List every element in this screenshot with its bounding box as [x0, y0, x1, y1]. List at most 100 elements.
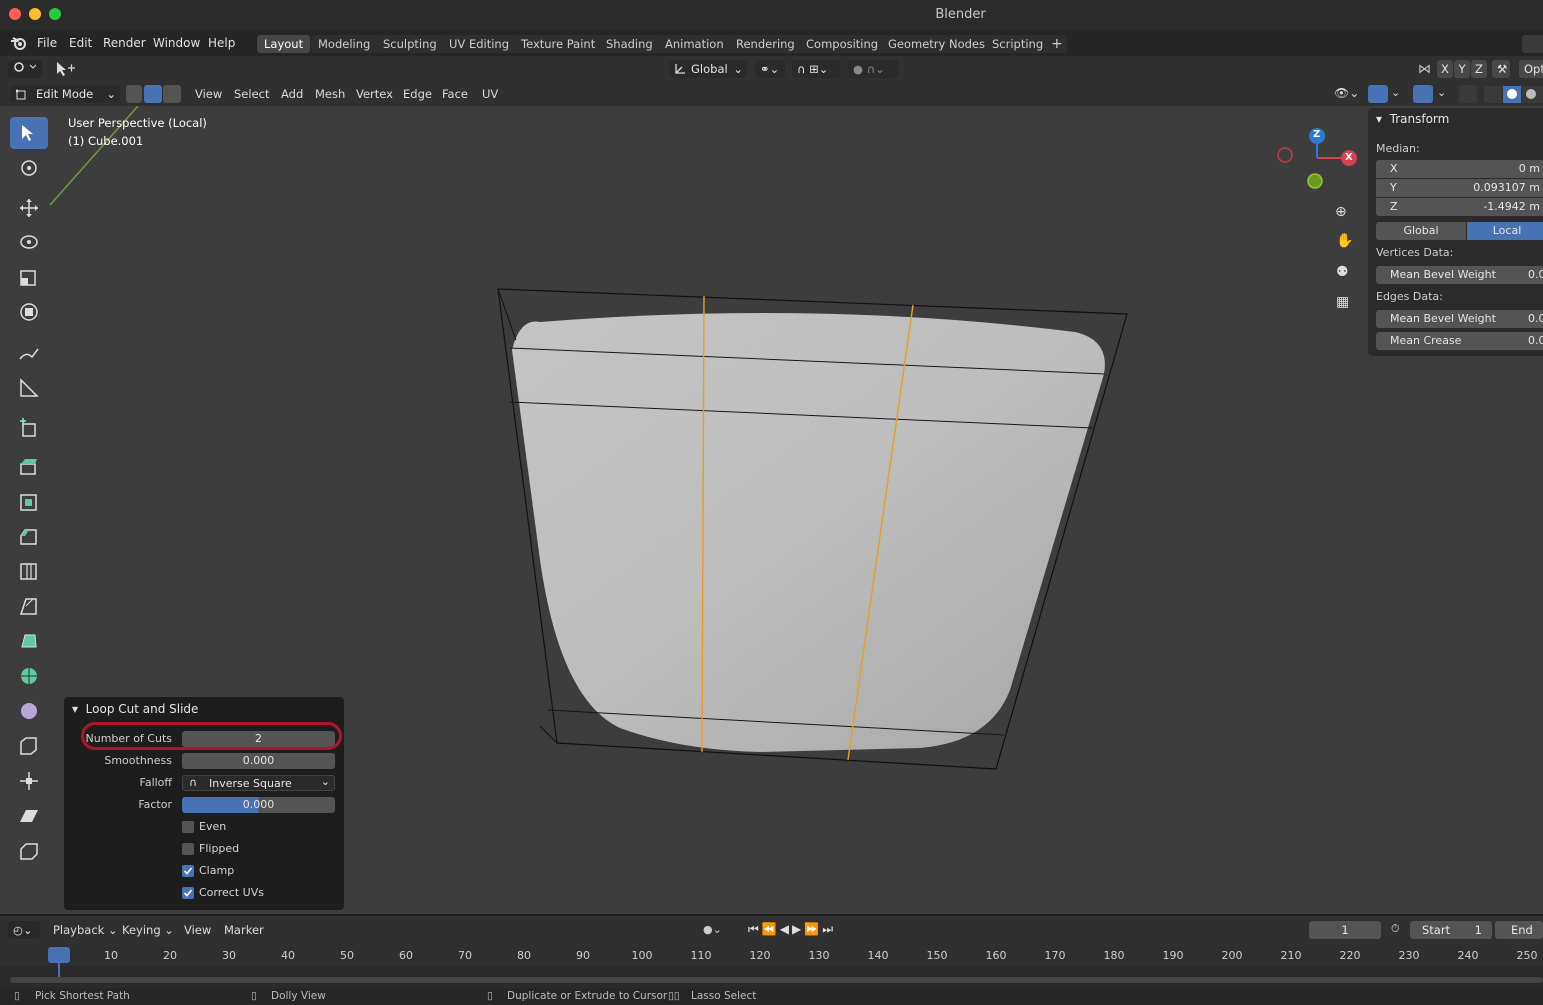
median-y-field[interactable]: Y 0.093107 m: [1376, 179, 1543, 197]
menu-marker[interactable]: Marker: [219, 922, 269, 939]
current-frame-field[interactable]: 1: [1309, 921, 1381, 939]
smoothness-field[interactable]: 0.000: [182, 753, 335, 769]
vertex-select-icon[interactable]: [126, 85, 142, 103]
options-button[interactable]: Opt: [1519, 60, 1543, 78]
global-space-button[interactable]: Global: [1376, 222, 1466, 240]
shear-tool-icon[interactable]: [10, 800, 48, 832]
face-select-icon[interactable]: [163, 85, 181, 103]
inset-tool-icon[interactable]: [10, 486, 48, 518]
start-frame-field[interactable]: Start 1: [1410, 921, 1492, 939]
snapping-icon[interactable]: ∩ ⊞⌄: [792, 60, 840, 78]
stopwatch-icon[interactable]: ⏱: [1391, 922, 1400, 936]
solid-shading-icon[interactable]: [1503, 86, 1521, 103]
tab-sculpting[interactable]: Sculpting: [376, 35, 444, 53]
timeline-scrollbar[interactable]: [10, 977, 1543, 983]
wireframe-shading-icon[interactable]: [1484, 86, 1502, 103]
knife-tool-icon[interactable]: [10, 590, 48, 622]
editor-type-icon[interactable]: [8, 60, 42, 78]
median-x-field[interactable]: X 0 m: [1376, 160, 1543, 178]
mirror-z-button[interactable]: Z: [1471, 60, 1487, 78]
transform-section-header[interactable]: ▾ Transform: [1376, 112, 1449, 126]
scene-selector-icon[interactable]: [1522, 35, 1543, 53]
menu-playback[interactable]: Playback ⌄: [48, 922, 123, 939]
median-z-field[interactable]: Z -1.4942 m: [1376, 198, 1543, 216]
visibility-eye-icon[interactable]: 👁⌄: [1334, 86, 1359, 100]
pan-hand-icon[interactable]: ✋: [1336, 233, 1353, 249]
cursor-tool-icon[interactable]: [10, 152, 48, 184]
menu-keying[interactable]: Keying ⌄: [117, 922, 179, 939]
rotate-tool-icon[interactable]: [10, 226, 48, 258]
tab-rendering[interactable]: Rendering: [729, 35, 802, 53]
wrench-icon[interactable]: ⚒: [1492, 60, 1510, 78]
measure-tool-icon[interactable]: [10, 372, 48, 404]
xray-toggle-icon[interactable]: [1459, 85, 1477, 103]
smooth-tool-icon[interactable]: [10, 695, 48, 727]
camera-icon[interactable]: ⚉: [1336, 264, 1349, 280]
material-shading-icon[interactable]: [1522, 86, 1543, 103]
vertex-bevel-weight-field[interactable]: Mean Bevel Weight 0.00: [1376, 266, 1543, 284]
falloff-select[interactable]: Inverse Square ∩ ⌄: [182, 775, 335, 791]
grid-perspective-icon[interactable]: ▦: [1336, 294, 1349, 310]
tab-modeling[interactable]: Modeling: [311, 35, 378, 53]
tab-layout[interactable]: Layout: [257, 35, 311, 53]
loop-cut-tool-icon[interactable]: [10, 555, 48, 587]
menu-mesh[interactable]: Mesh: [310, 86, 350, 103]
transform-orientation-select[interactable]: Global ⌄: [669, 60, 747, 78]
add-cube-tool-icon[interactable]: [10, 412, 48, 444]
correct-uvs-checkbox[interactable]: [182, 887, 194, 899]
menu-render[interactable]: Render: [103, 36, 146, 50]
timeline[interactable]: 1102030405060708090100110120130140150160…: [0, 944, 1543, 988]
menu-vertex[interactable]: Vertex: [351, 86, 398, 103]
menu-select[interactable]: Select: [229, 86, 274, 103]
edge-crease-field[interactable]: Mean Crease 0.00: [1376, 332, 1543, 350]
shrink-fatten-tool-icon[interactable]: [10, 765, 48, 797]
chevron-down-icon[interactable]: ⌄: [1437, 86, 1446, 99]
play-reverse-icon[interactable]: ◀: [780, 922, 792, 936]
mirror-y-button[interactable]: Y: [1454, 60, 1470, 78]
menu-uv[interactable]: UV: [477, 86, 503, 103]
spin-tool-icon[interactable]: [10, 660, 48, 692]
pivot-point-icon[interactable]: ⚭⌄: [755, 60, 785, 78]
jump-end-icon[interactable]: ⏭: [822, 922, 836, 936]
menu-view[interactable]: View: [190, 86, 227, 103]
local-space-button[interactable]: Local: [1467, 222, 1543, 240]
playhead[interactable]: [48, 947, 70, 963]
transform-tool-icon[interactable]: [10, 296, 48, 328]
menu-file[interactable]: File: [37, 36, 57, 50]
menu-add[interactable]: Add: [276, 86, 308, 103]
zoom-icon[interactable]: ⊕: [1335, 204, 1347, 220]
factor-slider[interactable]: 0.000: [182, 797, 335, 813]
record-icon[interactable]: ●⌄: [703, 923, 722, 936]
overlays-toggle-icon[interactable]: [1413, 85, 1433, 103]
rip-region-tool-icon[interactable]: [10, 835, 48, 867]
tab-animation[interactable]: Animation: [658, 35, 731, 53]
edge-slide-tool-icon[interactable]: [10, 730, 48, 762]
poly-build-tool-icon[interactable]: [10, 625, 48, 657]
menu-face[interactable]: Face: [437, 86, 473, 103]
extrude-tool-icon[interactable]: [10, 450, 48, 482]
timeline-editor-type-icon[interactable]: ◴⌄: [8, 921, 40, 939]
mirror-x-button[interactable]: X: [1437, 60, 1453, 78]
menu-help[interactable]: Help: [208, 36, 235, 50]
tab-shading[interactable]: Shading: [599, 35, 660, 53]
prev-keyframe-icon[interactable]: ⏪: [762, 922, 780, 936]
tab-scripting[interactable]: Scripting: [985, 35, 1051, 53]
frame-ruler[interactable]: 1102030405060708090100110120130140150160…: [0, 944, 1543, 966]
tab-compositing[interactable]: Compositing: [799, 35, 886, 53]
mirror-icon[interactable]: ⋈: [1418, 62, 1431, 77]
edge-bevel-weight-field[interactable]: Mean Bevel Weight 0.00: [1376, 310, 1543, 328]
jump-start-icon[interactable]: ⏮: [748, 922, 762, 936]
tab-geometry-nodes[interactable]: Geometry Nodes: [881, 35, 993, 53]
blender-logo-icon[interactable]: [10, 35, 28, 54]
flipped-checkbox[interactable]: [182, 843, 194, 855]
even-checkbox[interactable]: [182, 821, 194, 833]
menu-edge[interactable]: Edge: [398, 86, 437, 103]
play-icon[interactable]: ▶: [792, 922, 804, 936]
operator-panel-header[interactable]: ▾ Loop Cut and Slide: [72, 702, 198, 716]
menu-timeline-view[interactable]: View: [179, 922, 216, 939]
menu-window[interactable]: Window: [153, 36, 200, 50]
select-box-tool-icon[interactable]: [10, 117, 48, 149]
scale-tool-icon[interactable]: [10, 261, 48, 293]
annotate-tool-icon[interactable]: [10, 337, 48, 369]
edge-select-icon[interactable]: [144, 85, 162, 103]
